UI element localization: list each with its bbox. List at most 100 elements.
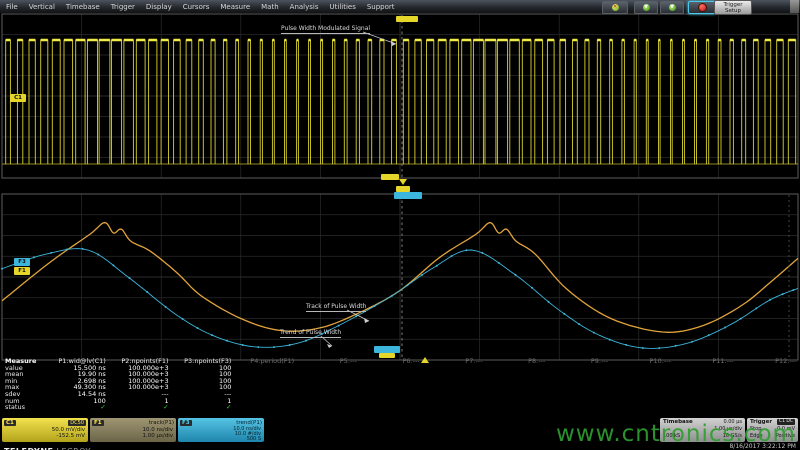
measure-value-p4 bbox=[234, 365, 297, 372]
measure-num-p10 bbox=[611, 398, 674, 405]
f3-samples: 500 S bbox=[178, 437, 264, 442]
measure-max-p1: 49.300 ns bbox=[46, 384, 109, 391]
trigger-setup-button[interactable]: Trigger Setup bbox=[714, 0, 752, 15]
measure-status-p3: ✓ bbox=[172, 404, 235, 411]
toolbar-button-status[interactable]: ✕ bbox=[602, 1, 628, 14]
menu-item-vertical[interactable]: Vertical bbox=[29, 3, 55, 11]
measure-sdev-p1: 14.54 ns bbox=[46, 391, 109, 398]
measure-col-header-p8[interactable]: P8:--- bbox=[486, 358, 549, 365]
measure-sdev-p8 bbox=[486, 391, 549, 398]
measure-max-p9 bbox=[548, 384, 611, 391]
measure-status-p8 bbox=[486, 404, 549, 411]
menu-item-math[interactable]: Math bbox=[261, 3, 279, 11]
measure-mean-p9 bbox=[548, 371, 611, 378]
menu-item-measure[interactable]: Measure bbox=[220, 3, 250, 11]
measure-max-p8 bbox=[486, 384, 549, 391]
measure-num-p9 bbox=[548, 398, 611, 405]
stop-record-icon bbox=[698, 3, 707, 12]
f1-hdiv: 1.00 μs/div bbox=[90, 433, 176, 439]
measure-num-p8 bbox=[486, 398, 549, 405]
measure-col-header-p3[interactable]: P3:npoints(F3) bbox=[172, 358, 235, 365]
measure-value-p2: 100.000e+3 bbox=[109, 365, 172, 372]
measure-table-title: Measure bbox=[0, 358, 46, 365]
menu-item-analysis[interactable]: Analysis bbox=[290, 3, 319, 11]
measure-min-p2: 100.000e+3 bbox=[109, 378, 172, 385]
measure-sdev-p4 bbox=[234, 391, 297, 398]
measure-mean-p2: 100.000e+3 bbox=[109, 371, 172, 378]
save-down-icon: ▼ bbox=[643, 4, 650, 11]
measure-col-header-p1[interactable]: P1:wid@lv(C1) bbox=[46, 358, 109, 365]
measure-value-p9 bbox=[548, 365, 611, 372]
measure-col-header-p10[interactable]: P10:--- bbox=[611, 358, 674, 365]
trigger-delay-marker-down bbox=[399, 179, 407, 185]
measure-min-p9 bbox=[548, 378, 611, 385]
measure-max-p12 bbox=[737, 384, 800, 391]
measure-col-header-p7[interactable]: P7:--- bbox=[423, 358, 486, 365]
c1-trace-marker[interactable]: C1 bbox=[10, 94, 26, 102]
channel-descriptor-f1[interactable]: F1 track(P1) 10.0 ns/div 1.00 μs/div bbox=[90, 418, 176, 442]
f3-zero-marker[interactable] bbox=[394, 192, 422, 199]
measure-max-p6 bbox=[360, 384, 423, 391]
menu-item-timebase[interactable]: Timebase bbox=[66, 3, 100, 11]
measure-sdev-p10 bbox=[611, 391, 674, 398]
measure-value-p11 bbox=[674, 365, 737, 372]
measure-num-p4 bbox=[234, 398, 297, 405]
measure-col-header-p5[interactable]: P5:--- bbox=[297, 358, 360, 365]
toolbar-button-stop[interactable] bbox=[688, 1, 716, 14]
measure-mean-p4 bbox=[234, 371, 297, 378]
measure-min-p10 bbox=[611, 378, 674, 385]
measure-num-p2: 1 bbox=[109, 398, 172, 405]
measure-col-header-p9[interactable]: P9:--- bbox=[548, 358, 611, 365]
measure-value-p10 bbox=[611, 365, 674, 372]
measure-value-p3: 100 bbox=[172, 365, 235, 372]
menu-item-support[interactable]: Support bbox=[367, 3, 395, 11]
measure-value-p7 bbox=[423, 365, 486, 372]
measure-row-label-max: max bbox=[0, 384, 46, 391]
measure-num-p6 bbox=[360, 398, 423, 405]
measure-status-p7 bbox=[423, 404, 486, 411]
toolbar-button-save[interactable]: ▼ bbox=[634, 1, 658, 14]
f3-readout-chip-bottom[interactable] bbox=[374, 346, 400, 353]
channel-descriptor-f3[interactable]: F3 trend(P1) 10.0 ns/div 10.0 #/div 500 … bbox=[178, 418, 264, 442]
measure-col-header-p4[interactable]: P4:period(F1) bbox=[234, 358, 297, 365]
measure-mean-p10 bbox=[611, 371, 674, 378]
toolbar-button-recall[interactable]: ▼ bbox=[660, 1, 684, 14]
measure-min-p1: 2.698 ns bbox=[46, 378, 109, 385]
menu-item-file[interactable]: File bbox=[6, 3, 18, 11]
measure-sdev-p11 bbox=[674, 391, 737, 398]
measure-row-label-status: status bbox=[0, 404, 46, 411]
measure-value-p8 bbox=[486, 365, 549, 372]
c1-id-badge: C1 bbox=[4, 420, 16, 426]
menu-item-display[interactable]: Display bbox=[146, 3, 172, 11]
time-readout-chip-grid1[interactable] bbox=[381, 174, 399, 180]
measure-col-header-p12[interactable]: P12:--- bbox=[737, 358, 800, 365]
measure-status-p10 bbox=[611, 404, 674, 411]
f1-readout-chip-bottom[interactable] bbox=[379, 353, 395, 358]
measure-num-p3: 1 bbox=[172, 398, 235, 405]
measure-col-header-p11[interactable]: P11:--- bbox=[674, 358, 737, 365]
grid-bottom bbox=[2, 194, 798, 360]
status-orb-icon: ✕ bbox=[612, 4, 619, 11]
measure-mean-p11 bbox=[674, 371, 737, 378]
f3-trace-marker[interactable]: F3 bbox=[14, 258, 30, 266]
window-control-strip[interactable] bbox=[790, 0, 799, 13]
measure-num-p12 bbox=[737, 398, 800, 405]
menu-item-cursors[interactable]: Cursors bbox=[183, 3, 210, 11]
measure-col-header-p6[interactable]: P6:--- bbox=[360, 358, 423, 365]
menu-item-trigger[interactable]: Trigger bbox=[111, 3, 135, 11]
measure-value-p1: 15.500 ns bbox=[46, 365, 109, 372]
measure-row-label-num: num bbox=[0, 398, 46, 405]
measure-mean-p1: 19.90 ns bbox=[46, 371, 109, 378]
annotation-trend: Trend of Pulse Width bbox=[280, 329, 341, 338]
measure-status-p4 bbox=[234, 404, 297, 411]
measure-min-p6 bbox=[360, 378, 423, 385]
menu-item-utilities[interactable]: Utilities bbox=[330, 3, 356, 11]
measure-value-p5 bbox=[297, 365, 360, 372]
measure-col-header-p2[interactable]: P2:npoints(F1) bbox=[109, 358, 172, 365]
trigger-time-marker-top[interactable] bbox=[396, 16, 418, 22]
measure-num-p11 bbox=[674, 398, 737, 405]
measure-row-label-mean: mean bbox=[0, 371, 46, 378]
measure-mean-p3: 100 bbox=[172, 371, 235, 378]
measure-max-p10 bbox=[611, 384, 674, 391]
f1-trace-marker[interactable]: F1 bbox=[14, 267, 30, 275]
